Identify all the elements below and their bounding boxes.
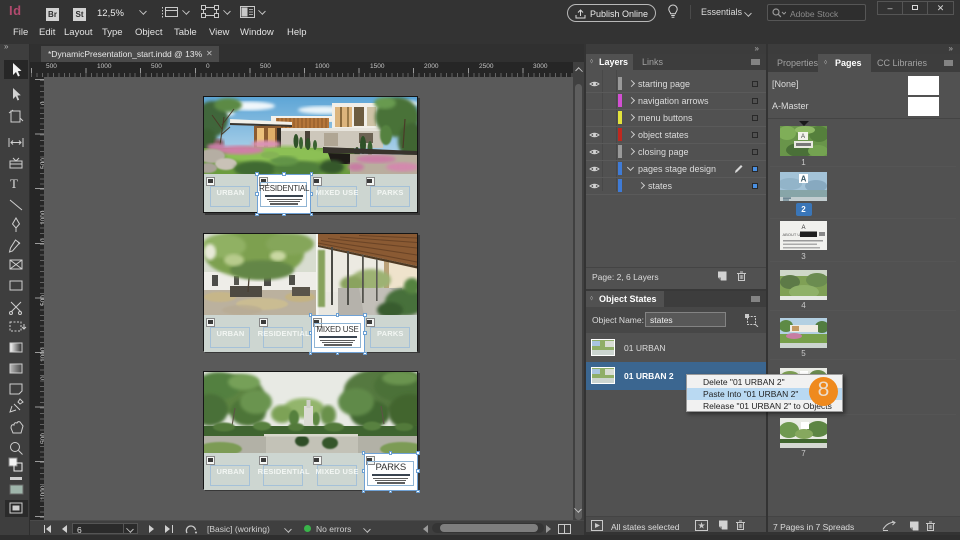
svg-text:T: T [10, 176, 18, 191]
svg-text:★: ★ [697, 521, 705, 531]
svg-text:A: A [801, 225, 805, 231]
svg-text:A: A [801, 175, 807, 184]
svg-text:A: A [801, 134, 805, 140]
